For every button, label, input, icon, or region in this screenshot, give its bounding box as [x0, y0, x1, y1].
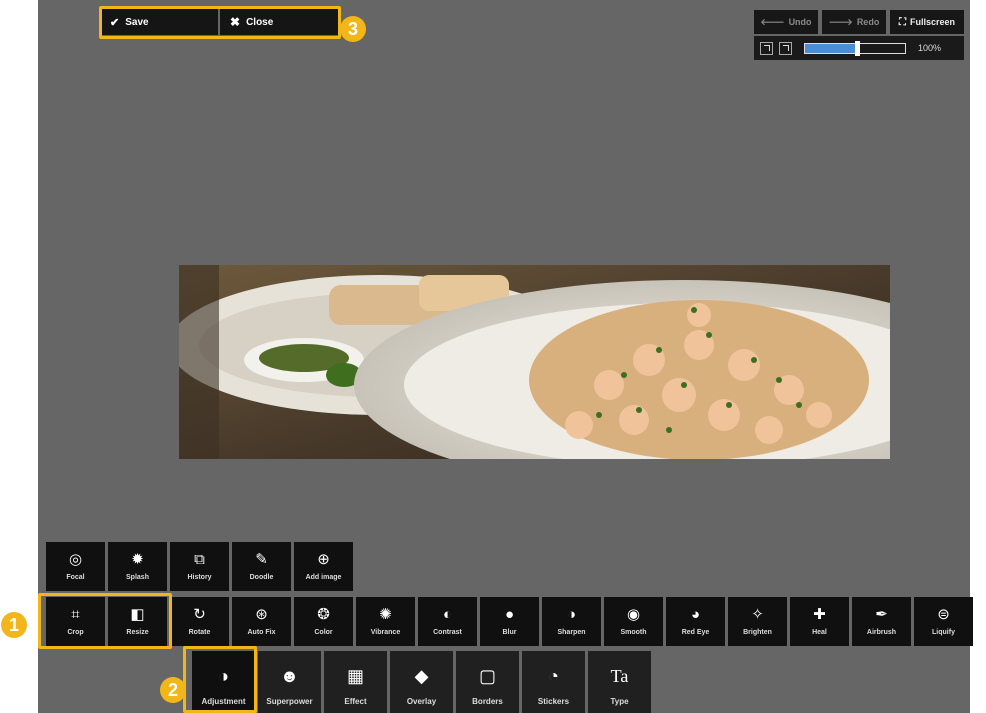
overlay-icon: ◆ [414, 665, 429, 686]
tool-label: Contrast [433, 629, 462, 636]
splash-icon: ✹ [131, 551, 144, 568]
tool-blur[interactable]: ● Blur [480, 597, 539, 646]
tool-label: Borders [472, 697, 503, 706]
rotate-icon: ↻ [193, 606, 206, 623]
tool-label: Doodle [249, 574, 274, 581]
step-badge-3: 3 [340, 16, 366, 42]
tool-label: Smooth [620, 629, 647, 636]
tool-type[interactable]: Ta Type [588, 651, 651, 713]
borders-icon: ▢ [478, 665, 496, 686]
tool-label: Stickers [537, 697, 570, 706]
tool-superpower[interactable]: ☻ Superpower [258, 651, 321, 713]
tool-contrast[interactable]: ◐ Contrast [418, 597, 477, 646]
zoom-slider[interactable] [804, 40, 906, 56]
tool-label: Effect [344, 697, 367, 706]
brighten-icon: ✧ [751, 606, 764, 623]
zoom-slider-knob[interactable] [855, 40, 860, 56]
tool-effect[interactable]: ▦ Effect [324, 651, 387, 713]
red-eye-icon: ◕ [690, 605, 701, 623]
fullscreen-label: Fullscreen [909, 17, 956, 27]
tool-liquify[interactable]: ⊜ Liquify [914, 597, 973, 646]
tool-label: Add image [305, 574, 342, 581]
tool-label: Liquify [932, 629, 955, 636]
tool-brighten[interactable]: ✧ Brighten [728, 597, 787, 646]
fullscreen-icon: ⛶ [898, 16, 906, 28]
focal-icon: ◎ [68, 551, 83, 568]
tool-label: Sharpen [557, 629, 586, 636]
type-icon: Ta [610, 665, 629, 686]
highlight-box-file-actions [99, 6, 341, 39]
airbrush-icon: ✒ [875, 606, 888, 623]
vibrance-icon: ✺ [379, 606, 392, 623]
tool-doodle[interactable]: ✎ Doodle [232, 542, 291, 591]
highlight-box-adjustment [183, 646, 257, 713]
add-image-icon: ⊕ [317, 551, 330, 568]
undo-button[interactable]: 🡐 Undo [754, 10, 818, 34]
heal-icon: ✚ [813, 606, 826, 623]
tool-history[interactable]: ⧉ History [170, 542, 229, 591]
effect-icon: ▦ [346, 665, 364, 686]
tool-label: Heal [812, 629, 827, 636]
stickers-icon: ◔ [548, 665, 559, 686]
tool-splash[interactable]: ✹ Splash [108, 542, 167, 591]
liquify-icon: ⊜ [937, 606, 950, 623]
contrast-icon: ◐ [442, 605, 453, 623]
auto-fix-icon: ⊛ [255, 606, 268, 623]
tool-color[interactable]: ❂ Color [294, 597, 353, 646]
tool-borders[interactable]: ▢ Borders [456, 651, 519, 713]
step-badge-2: 2 [160, 677, 186, 703]
redo-arrow-icon: 🡒 [828, 16, 853, 27]
blur-icon: ● [504, 605, 515, 623]
zoom-value: 100% [918, 43, 942, 53]
redo-label: Redo [856, 17, 880, 27]
photo-canvas[interactable] [179, 265, 890, 459]
tool-label: Overlay [406, 697, 437, 706]
superpower-icon: ☻ [280, 665, 299, 686]
zoom-out-icon[interactable] [760, 41, 773, 55]
history-icon: ⧉ [194, 550, 205, 568]
tool-auto-fix[interactable]: ⊛ Auto Fix [232, 597, 291, 646]
tool-label: Rotate [188, 629, 211, 636]
tool-label: Splash [126, 574, 149, 581]
undo-label: Undo [788, 17, 812, 27]
step-badge-1: 1 [1, 612, 27, 638]
tool-add-image[interactable]: ⊕ Add image [294, 542, 353, 591]
zoom-controls: 100% [754, 36, 964, 60]
tool-label: History [187, 574, 212, 581]
tool-label: Type [610, 697, 629, 706]
tool-label: Airbrush [866, 629, 897, 636]
tool-label: Auto Fix [247, 629, 276, 636]
tool-vibrance[interactable]: ✺ Vibrance [356, 597, 415, 646]
tool-sharpen[interactable]: ◑ Sharpen [542, 597, 601, 646]
sharpen-icon: ◑ [566, 605, 577, 623]
fullscreen-button[interactable]: ⛶ Fullscreen [890, 10, 964, 34]
tool-airbrush[interactable]: ✒ Airbrush [852, 597, 911, 646]
tool-overlay[interactable]: ◆ Overlay [390, 651, 453, 713]
tool-label: Blur [502, 629, 517, 636]
tool-label: Red Eye [681, 629, 710, 636]
tool-label: Superpower [266, 697, 313, 706]
tool-red-eye[interactable]: ◕ Red Eye [666, 597, 725, 646]
tool-smooth[interactable]: ◉ Smooth [604, 597, 663, 646]
tool-label: Brighten [743, 629, 772, 636]
undo-arrow-icon: 🡐 [760, 16, 785, 27]
tool-label: Focal [66, 574, 85, 581]
tool-heal[interactable]: ✚ Heal [790, 597, 849, 646]
tool-label: Color [314, 629, 333, 636]
doodle-icon: ✎ [255, 551, 268, 568]
tool-rotate[interactable]: ↻ Rotate [170, 597, 229, 646]
zoom-slider-fill [805, 43, 857, 53]
tool-focal[interactable]: ◎ Focal [46, 542, 105, 591]
redo-button[interactable]: 🡒 Redo [822, 10, 886, 34]
tool-label: Vibrance [370, 629, 401, 636]
food-photo [179, 265, 890, 459]
smooth-icon: ◉ [626, 606, 641, 623]
zoom-fit-icon[interactable] [779, 41, 792, 55]
color-icon: ❂ [317, 606, 330, 623]
highlight-box-crop-resize [38, 593, 172, 649]
tool-stickers[interactable]: ◔ Stickers [522, 651, 585, 713]
